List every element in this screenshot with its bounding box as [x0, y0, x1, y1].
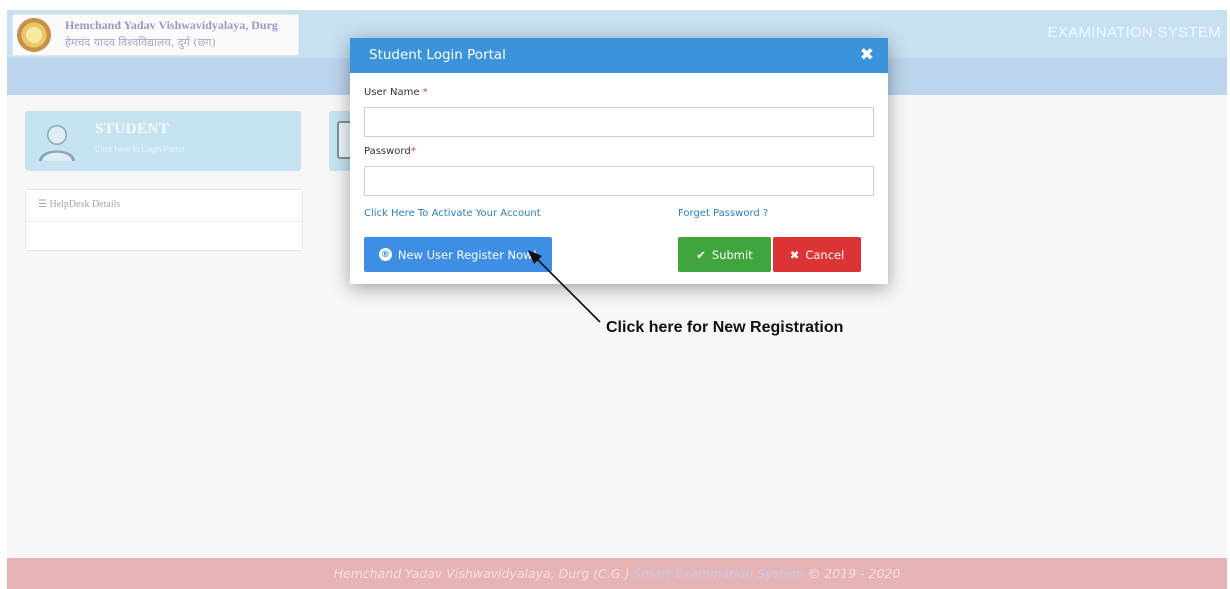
- annotation-arrow-icon: [528, 250, 601, 323]
- annotation-text: Click here for New Registration: [606, 319, 844, 336]
